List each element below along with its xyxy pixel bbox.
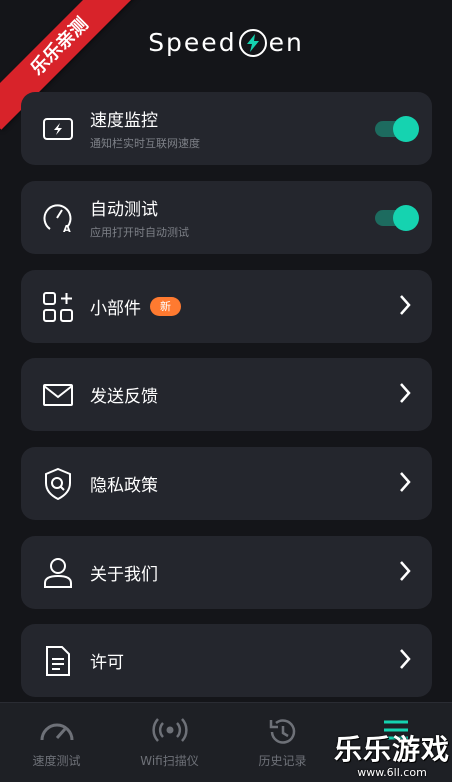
feedback-title: 发送反馈 <box>90 387 158 407</box>
about-row[interactable]: 关于我们 <box>21 536 432 609</box>
speed-monitor-subtitle: 通知栏实时互联网速度 <box>90 137 200 150</box>
chevron-right-icon <box>398 647 412 675</box>
shield-search-icon <box>41 467 75 501</box>
widgets-title: 小部件 <box>90 299 141 319</box>
new-badge: 新 <box>150 297 181 316</box>
auto-test-row[interactable]: A 自动测试 应用打开时自动测试 <box>21 181 432 254</box>
nav-history[interactable]: 历史记录 <box>226 703 339 782</box>
auto-test-subtitle: 应用打开时自动测试 <box>90 226 189 239</box>
svg-text:A: A <box>63 224 71 234</box>
logo-text-right: en <box>268 28 304 57</box>
privacy-row[interactable]: 隐私政策 <box>21 447 432 520</box>
widgets-row[interactable]: 小部件 新 <box>21 270 432 343</box>
auto-test-title: 自动测试 <box>90 200 158 220</box>
speed-monitor-icon <box>41 112 75 146</box>
widgets-icon <box>41 290 75 324</box>
speed-monitor-toggle[interactable] <box>375 115 419 142</box>
lightning-logo-icon <box>238 28 267 57</box>
about-title: 关于我们 <box>90 565 158 585</box>
logo-text-left: Speed <box>148 28 237 57</box>
speed-monitor-row[interactable]: 速度监控 通知栏实时互联网速度 <box>21 92 432 165</box>
chevron-right-icon <box>398 293 412 321</box>
nav-wifi-scan-label: Wifi扫描仪 <box>140 754 199 768</box>
wifi-scan-icon <box>151 717 188 747</box>
watermark: 乐乐游戏 www.6ll.com <box>334 728 450 779</box>
nav-speed-test[interactable]: 速度测试 <box>0 703 113 782</box>
chevron-right-icon <box>398 381 412 409</box>
nav-speed-test-label: 速度测试 <box>32 754 81 768</box>
auto-test-toggle[interactable] <box>375 204 419 231</box>
auto-test-gauge-icon: A <box>41 201 75 235</box>
nav-history-label: 历史记录 <box>258 754 307 768</box>
mail-icon <box>41 378 75 412</box>
nav-wifi-scan[interactable]: Wifi扫描仪 <box>113 703 226 782</box>
user-icon <box>41 556 75 590</box>
license-title: 许可 <box>90 653 124 673</box>
speed-monitor-title: 速度监控 <box>90 111 158 131</box>
chevron-right-icon <box>398 470 412 498</box>
privacy-title: 隐私政策 <box>90 476 158 496</box>
chevron-right-icon <box>398 559 412 587</box>
feedback-row[interactable]: 发送反馈 <box>21 358 432 431</box>
document-icon <box>41 644 75 678</box>
watermark-main: 乐乐游戏 <box>333 733 450 766</box>
history-icon <box>268 717 298 751</box>
license-row[interactable]: 许可 <box>21 624 432 697</box>
gauge-icon <box>39 717 75 747</box>
